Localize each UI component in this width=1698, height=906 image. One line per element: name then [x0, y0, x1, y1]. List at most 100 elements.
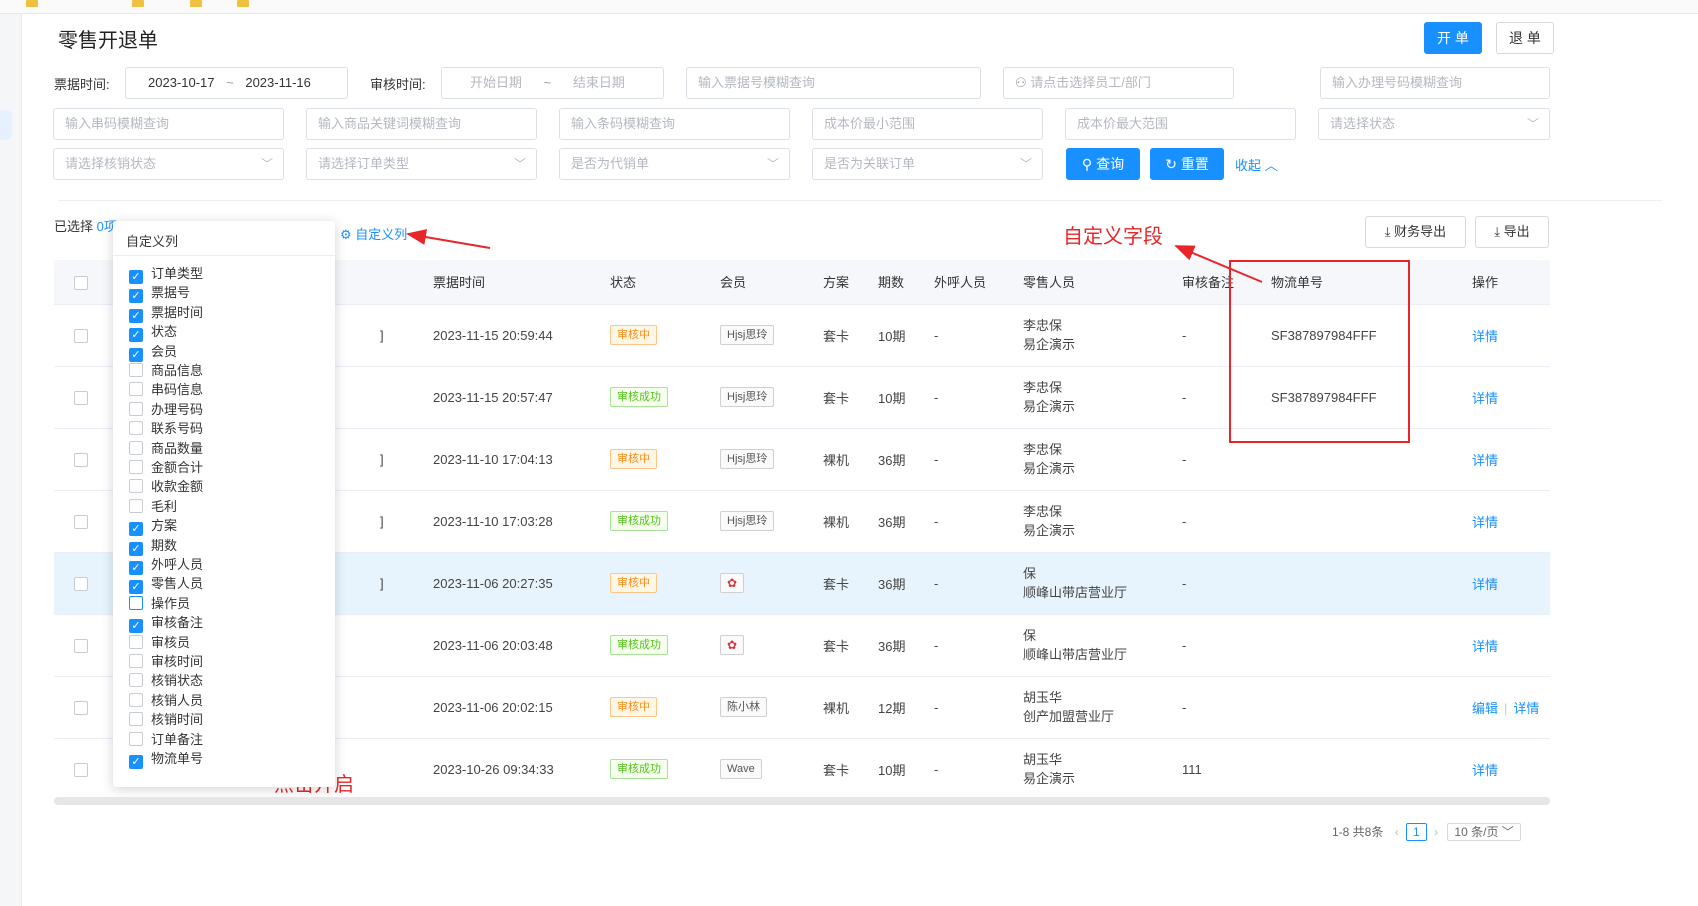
detail-link[interactable]: 详情	[1513, 701, 1539, 716]
checkbox[interactable]	[129, 363, 143, 377]
open-order-button[interactable]: 开 单	[1424, 22, 1482, 54]
row-checkbox[interactable]	[74, 638, 88, 653]
reset-button[interactable]: ↻ 重置	[1150, 148, 1224, 180]
query-button[interactable]: ⚲ 查询	[1066, 148, 1140, 180]
column-option[interactable]: 联系号码	[129, 418, 203, 437]
checkbox[interactable]	[129, 634, 143, 649]
edit-link[interactable]: 编辑	[1472, 701, 1498, 716]
checkbox[interactable]	[129, 673, 143, 688]
page-size-select[interactable]: 10 条/页 ﹀	[1447, 823, 1521, 841]
column-option[interactable]: ✓ 物流单号	[129, 748, 203, 769]
row-checkbox[interactable]	[74, 328, 88, 343]
column-option[interactable]: 商品信息	[129, 360, 203, 379]
column-option[interactable]: ✓ 零售人员	[129, 573, 203, 595]
column-option[interactable]: 串码信息	[129, 379, 203, 398]
header-bill-time[interactable]: 票据时间	[425, 260, 602, 305]
column-option[interactable]: ✓ 审核备注	[129, 612, 203, 634]
column-option[interactable]: ✓ 订单类型	[129, 263, 203, 284]
checkbox[interactable]	[129, 460, 143, 474]
column-option[interactable]: ✓ 票据号	[129, 282, 190, 304]
checkbox[interactable]	[129, 401, 143, 416]
linked-select[interactable]: 是否为关联订单 ﹀	[812, 148, 1043, 180]
select-all-checkbox[interactable]	[74, 275, 88, 290]
detail-link[interactable]: 详情	[1472, 391, 1498, 406]
header-status[interactable]: 状态	[602, 260, 712, 305]
keyword-input[interactable]: 输入商品关键词模糊查询	[306, 108, 537, 140]
checkbox[interactable]	[129, 382, 143, 397]
horizontal-scrollbar[interactable]	[54, 797, 1550, 805]
review-time-range[interactable]: 开始日期 ~ 结束日期	[441, 67, 664, 99]
column-option-label: 联系号码	[151, 421, 204, 437]
detail-link[interactable]: 详情	[1472, 639, 1498, 654]
column-option[interactable]: ✓ 期数	[129, 535, 177, 556]
bill-time-range[interactable]: 2023-10-17 ~ 2023-11-16	[125, 67, 348, 99]
cost-min-input[interactable]: 成本价最小范围	[812, 108, 1043, 140]
checkbox[interactable]	[129, 595, 143, 610]
bill-no-input[interactable]: 输入票据号模糊查询	[686, 67, 981, 99]
prev-page-icon[interactable]: ‹	[1395, 825, 1399, 839]
column-option[interactable]: 订单备注	[129, 729, 203, 748]
column-option[interactable]: 金额合计	[129, 457, 203, 476]
header-plan[interactable]: 方案	[815, 260, 870, 305]
checkbox[interactable]: ✓	[129, 755, 143, 769]
column-option[interactable]: ✓ 状态	[129, 321, 177, 343]
checkbox[interactable]	[129, 440, 143, 455]
row-checkbox[interactable]	[74, 762, 88, 777]
column-option[interactable]: ✓ 方案	[129, 515, 177, 537]
row-checkbox[interactable]	[74, 452, 88, 467]
row-checkbox[interactable]	[74, 700, 88, 715]
status-select[interactable]: 请选择状态 ﹀	[1318, 108, 1550, 140]
return-order-button[interactable]: 退 单	[1496, 22, 1554, 54]
row-checkbox[interactable]	[74, 514, 88, 529]
detail-link[interactable]: 详情	[1472, 329, 1498, 344]
column-option[interactable]: ✓ 会员	[129, 341, 177, 362]
column-option[interactable]: 收款金额	[129, 476, 203, 495]
export-button[interactable]: ⤓ 导出	[1475, 216, 1549, 248]
barcode-input[interactable]: 输入条码模糊查询	[559, 108, 790, 140]
column-option[interactable]: 核销状态	[129, 670, 203, 689]
row-checkbox[interactable]	[74, 576, 88, 591]
cell-bill-time: 2023-11-06 20:02:15	[425, 676, 602, 739]
checkbox[interactable]	[129, 498, 143, 513]
review-time-label: 审核时间:	[370, 77, 426, 92]
cell-member: ✿	[712, 614, 815, 677]
header-period[interactable]: 期数	[870, 260, 926, 305]
handle-no-input[interactable]: 输入办理号码模糊查询	[1320, 67, 1550, 99]
header-retail-staff[interactable]: 零售人员	[1015, 260, 1174, 305]
serial-input[interactable]: 输入串码模糊查询	[53, 108, 284, 140]
header-caller[interactable]: 外呼人员	[926, 260, 1015, 305]
next-page-icon[interactable]: ›	[1434, 825, 1438, 839]
writeoff-select[interactable]: 请选择核销状态 ﹀	[53, 148, 284, 180]
checkbox[interactable]	[129, 712, 143, 727]
cost-max-input[interactable]: 成本价最大范围	[1065, 108, 1296, 140]
column-option[interactable]: ✓ 票据时间	[129, 302, 203, 323]
column-option[interactable]: ✓ 外呼人员	[129, 554, 203, 575]
member-tag: Hjsj思玲	[720, 325, 775, 345]
staff-picker[interactable]: ⚇ 请点击选择员工/部门	[1003, 67, 1234, 99]
detail-link[interactable]: 详情	[1472, 763, 1498, 778]
finance-export-button[interactable]: ⤓ 财务导出	[1365, 216, 1466, 248]
column-option[interactable]: 核销时间	[129, 709, 203, 728]
header-member[interactable]: 会员	[712, 260, 815, 305]
current-page[interactable]: 1	[1406, 823, 1427, 841]
checkbox[interactable]	[129, 654, 143, 668]
column-option[interactable]: 毛利	[129, 496, 177, 515]
checkbox[interactable]	[129, 479, 143, 494]
custom-columns-link[interactable]: ⚙ 自定义列	[340, 224, 407, 243]
row-checkbox[interactable]	[74, 390, 88, 405]
column-option[interactable]: 操作员	[129, 593, 190, 612]
column-option[interactable]: 审核时间	[129, 651, 203, 670]
checkbox[interactable]	[129, 692, 143, 707]
collapse-link[interactable]: 收起 ︿	[1235, 155, 1278, 174]
order-type-select[interactable]: 请选择订单类型 ﹀	[306, 148, 537, 180]
checkbox[interactable]	[129, 421, 143, 436]
column-option[interactable]: 办理号码	[129, 399, 203, 418]
detail-link[interactable]: 详情	[1472, 453, 1498, 468]
column-option[interactable]: 核销人员	[129, 690, 203, 709]
detail-link[interactable]: 详情	[1472, 515, 1498, 530]
checkbox[interactable]	[129, 731, 143, 746]
agent-select[interactable]: 是否为代销单 ﹀	[559, 148, 790, 180]
column-option[interactable]: 商品数量	[129, 438, 203, 457]
column-option[interactable]: 审核员	[129, 632, 190, 651]
detail-link[interactable]: 详情	[1472, 577, 1498, 592]
